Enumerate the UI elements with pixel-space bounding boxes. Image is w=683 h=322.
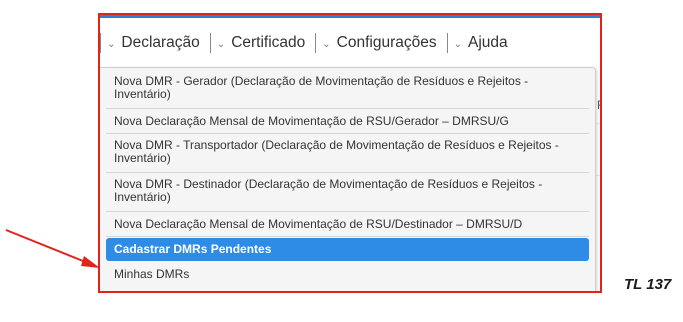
dropdown-item-nova-dmr-destinador[interactable]: Nova DMR - Destinador (Declaração de Mov…	[106, 173, 589, 212]
dropdown-item-nova-dmr-transportador[interactable]: Nova DMR - Transportador (Declaração de …	[106, 134, 589, 173]
menu-configuracoes-label: Configurações	[336, 34, 437, 51]
menu-bar: ⌄ Declaração ⌄ Certificado ⌄ Configuraçõ…	[100, 27, 600, 59]
chevron-down-icon: ⌄	[322, 38, 331, 50]
menu-configuracoes[interactable]: ⌄ Configurações	[320, 34, 436, 52]
menu-separator	[315, 33, 317, 53]
menu-declaracao[interactable]: ⌄ Declaração	[105, 34, 200, 52]
background-partial-text: R	[597, 98, 600, 112]
menu-separator	[100, 33, 101, 53]
chevron-down-icon: ⌄	[216, 38, 226, 50]
annotation-frame: ⌄ Declaração ⌄ Certificado ⌄ Configuraçõ…	[98, 13, 602, 293]
menu-certificado[interactable]: ⌄ Certificado	[215, 34, 305, 52]
dropdown-item-cadastrar-dmrs-pendentes[interactable]: Cadastrar DMRs Pendentes	[106, 238, 589, 261]
chevron-down-icon: ⌄	[453, 38, 463, 50]
dropdown-item-nova-dmrsu-gerador[interactable]: Nova Declaração Mensal de Movimentação d…	[106, 109, 589, 134]
menu-ajuda[interactable]: ⌄ Ajuda	[452, 34, 508, 52]
annotation-label: TL 137	[624, 276, 672, 293]
top-accent-bar	[100, 15, 600, 18]
menu-certificado-label: Certificado	[231, 34, 306, 51]
dropdown-item-nova-dmrsu-destinador[interactable]: Nova Declaração Mensal de Movimentação d…	[106, 212, 589, 237]
dropdown-item-minhas-dmrs[interactable]: Minhas DMRs	[106, 262, 589, 287]
dropdown-item-nova-dmr-gerador[interactable]: Nova DMR - Gerador (Declaração de Movime…	[106, 70, 589, 109]
menu-declaracao-label: Declaração	[121, 34, 200, 51]
declaracao-dropdown-menu: Nova DMR - Gerador (Declaração de Movime…	[100, 67, 596, 291]
arrow-shaft	[5, 229, 89, 264]
menu-separator	[209, 33, 211, 53]
menu-separator	[446, 33, 448, 53]
menu-ajuda-label: Ajuda	[468, 34, 508, 51]
chevron-down-icon: ⌄	[107, 38, 116, 50]
